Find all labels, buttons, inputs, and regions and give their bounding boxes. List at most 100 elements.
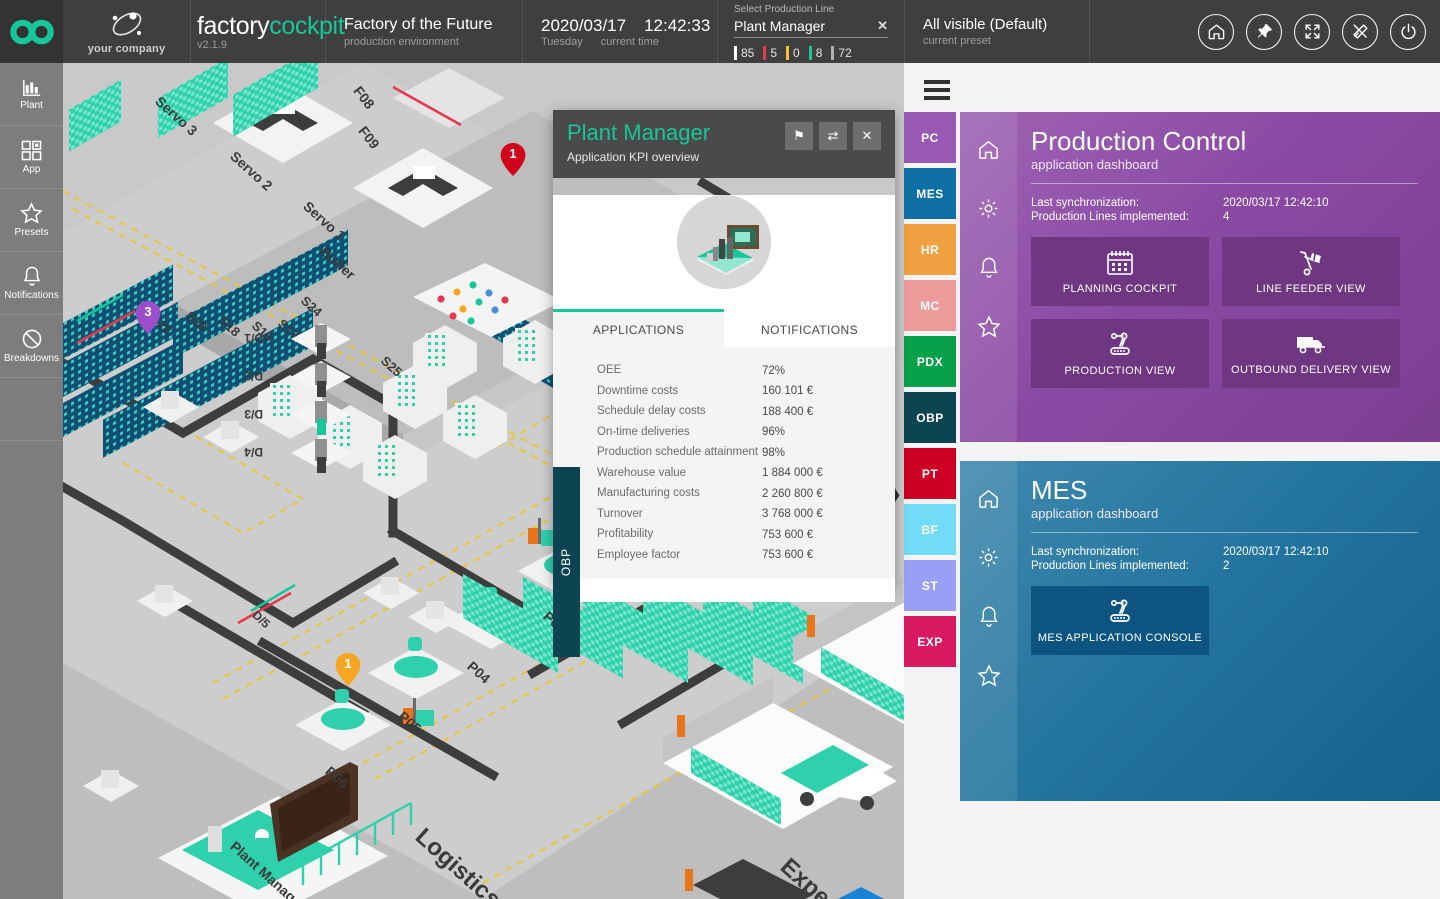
production-line-label: Select Production Line — [734, 3, 835, 15]
popup-title: Plant Manager — [567, 120, 711, 145]
app-chip-hr[interactable]: HR — [904, 224, 956, 275]
app-chip-bf[interactable]: BF — [904, 504, 956, 555]
preset-block[interactable]: All visible (Default) current preset — [905, 0, 1090, 63]
production-line-selector[interactable]: Select Production Line Plant Manager ✕ 8… — [718, 0, 905, 63]
counter-item: 0 — [786, 45, 800, 60]
preset-subtitle: current preset — [923, 35, 991, 47]
plant-manager-popup[interactable]: Plant Manager Application KPI overview ⚑… — [553, 110, 895, 657]
sidebar-item-app[interactable]: App — [0, 126, 63, 189]
sidebar-item-label: Breakdowns — [3, 353, 60, 364]
app-chip-pdx[interactable]: PDX — [904, 336, 956, 387]
map-pin[interactable]: 3 — [135, 301, 161, 334]
star-icon[interactable] — [976, 315, 1001, 343]
kpi-value: 188 400 € — [762, 405, 814, 418]
card-rail-mes — [960, 461, 1017, 801]
lines-value: 2 — [1223, 560, 1230, 573]
divider — [1031, 532, 1418, 534]
gear-icon[interactable] — [977, 546, 1000, 574]
kpi-name: Production schedule attainment — [597, 446, 759, 459]
avatar — [677, 195, 771, 289]
button-line-feeder-view[interactable]: LINE FEEDER VIEW — [1222, 237, 1400, 307]
sidebar-item-label: Notifications — [4, 290, 59, 301]
button-outbound-delivery-view[interactable]: OUTBOUND DELIVERY VIEW — [1222, 319, 1400, 389]
close-icon[interactable]: ✕ — [853, 122, 881, 150]
sync-value: 2020/03/17 12:42:10 — [1223, 197, 1329, 210]
map-pin-number: 3 — [144, 304, 152, 319]
counter-value: 8 — [815, 45, 823, 60]
fullscreen-icon[interactable] — [1294, 13, 1330, 50]
obp-side-tab[interactable]: OBP — [553, 467, 580, 657]
map-pin[interactable]: 1 — [335, 653, 361, 686]
sidebar-item-breakdowns[interactable]: Breakdowns — [0, 315, 63, 378]
robot-arm-icon — [1110, 332, 1130, 355]
bell-icon[interactable] — [978, 256, 1000, 284]
map-pin[interactable]: 1 — [500, 143, 526, 176]
button-label: PRODUCTION VIEW — [1064, 364, 1176, 377]
kpi-row: OEE 72% — [597, 363, 883, 379]
pin-icon[interactable]: ⚑ — [785, 122, 813, 150]
app-chip-mes[interactable]: MES — [904, 168, 956, 219]
bell-icon[interactable] — [978, 605, 1000, 633]
home-icon[interactable] — [977, 138, 1000, 166]
product-branding: factorycockpit v2.1.9 — [191, 0, 345, 63]
sidebar-item-plant[interactable]: Plant — [0, 63, 63, 126]
button-planning-cockpit[interactable]: PLANNING COCKPIT — [1031, 237, 1209, 307]
swap-icon[interactable]: ⇄ — [819, 122, 847, 150]
sidebar-item-label: Plant — [20, 100, 43, 111]
tab-applications[interactable]: APPLICATIONS — [553, 312, 724, 347]
kpi-row: Schedule delay costs 188 400 € — [597, 404, 883, 420]
sidebar-item-notifications[interactable]: Notifications — [0, 252, 63, 315]
clock-block: 2020/03/17 12:42:33 Tuesday current time — [523, 0, 718, 63]
kpi-value: 2 260 800 € — [762, 487, 823, 500]
popup-tabs: APPLICATIONS NOTIFICATIONS — [553, 309, 895, 347]
button-production-view[interactable]: PRODUCTION VIEW — [1031, 319, 1209, 389]
app-chip-st[interactable]: ST — [904, 560, 956, 611]
app-chip-mc[interactable]: MC — [904, 280, 956, 331]
kpi-name: Downtime costs — [597, 384, 679, 397]
gear-icon[interactable] — [977, 197, 1000, 225]
header-actions — [1090, 0, 1440, 63]
kpi-row: Employee factor 753 600 € — [597, 548, 883, 564]
kpi-value: 72% — [762, 364, 786, 377]
current-time: 12:42:33 — [644, 15, 711, 35]
app-chip-pt[interactable]: PT — [904, 448, 956, 499]
kpi-value: 1 884 000 € — [762, 467, 823, 480]
right-panel: PC MES HR MC PDX OBP PT BF ST EXP Produc… — [904, 63, 1440, 899]
star-icon — [20, 202, 43, 224]
sync-row: Last synchronization: 2020/03/17 12:42:1… — [1031, 197, 1418, 209]
popup-header: Plant Manager Application KPI overview ⚑… — [553, 110, 895, 178]
counter-value: 5 — [770, 45, 778, 60]
card-production-control[interactable]: Production Control application dashboard… — [960, 112, 1440, 442]
map-pin-number: 1 — [509, 146, 517, 161]
card-title: Production Control — [1031, 126, 1247, 156]
card-buttons-production-control: PLANNING COCKPIT LINE FEEDER VIEW PRODUC… — [1031, 237, 1418, 389]
tab-notifications[interactable]: NOTIFICATIONS — [724, 309, 895, 347]
version-label: v2.1.9 — [197, 39, 227, 51]
home-icon[interactable] — [977, 487, 1000, 515]
hand-truck-icon — [1300, 250, 1321, 276]
production-line-select[interactable]: Plant Manager ✕ — [734, 18, 888, 38]
production-line-counters: 85 5 0 8 72 — [734, 45, 888, 60]
counter-value: 0 — [793, 45, 800, 60]
tools-icon[interactable] — [1342, 13, 1378, 50]
close-icon[interactable]: ✕ — [877, 18, 888, 34]
power-icon[interactable] — [1390, 13, 1426, 50]
button-label: MES APPLICATION CONSOLE — [1037, 631, 1203, 644]
button-mes-application-console[interactable]: MES APPLICATION CONSOLE — [1031, 586, 1209, 656]
hamburger-icon[interactable] — [924, 80, 950, 104]
app-chip-obp[interactable]: OBP — [904, 392, 956, 443]
infinity-logo — [9, 19, 54, 44]
kpi-value: 3 768 000 € — [762, 508, 823, 521]
kpi-name: Warehouse value — [597, 466, 687, 479]
sync-label: Last synchronization: — [1031, 546, 1140, 559]
star-icon[interactable] — [976, 664, 1001, 692]
popup-body: APPLICATIONS NOTIFICATIONS OEE 72% Downti… — [553, 195, 895, 657]
app-chip-exp[interactable]: EXP — [904, 616, 956, 667]
pin-icon[interactable] — [1246, 13, 1282, 50]
counter-value: 72 — [838, 45, 852, 60]
card-mes[interactable]: MES application dashboard Last synchroni… — [960, 461, 1440, 801]
app-chip-pc[interactable]: PC — [904, 112, 956, 163]
home-icon[interactable] — [1198, 13, 1234, 50]
sidebar-item-presets[interactable]: Presets — [0, 189, 63, 252]
app-logo[interactable] — [0, 0, 63, 63]
